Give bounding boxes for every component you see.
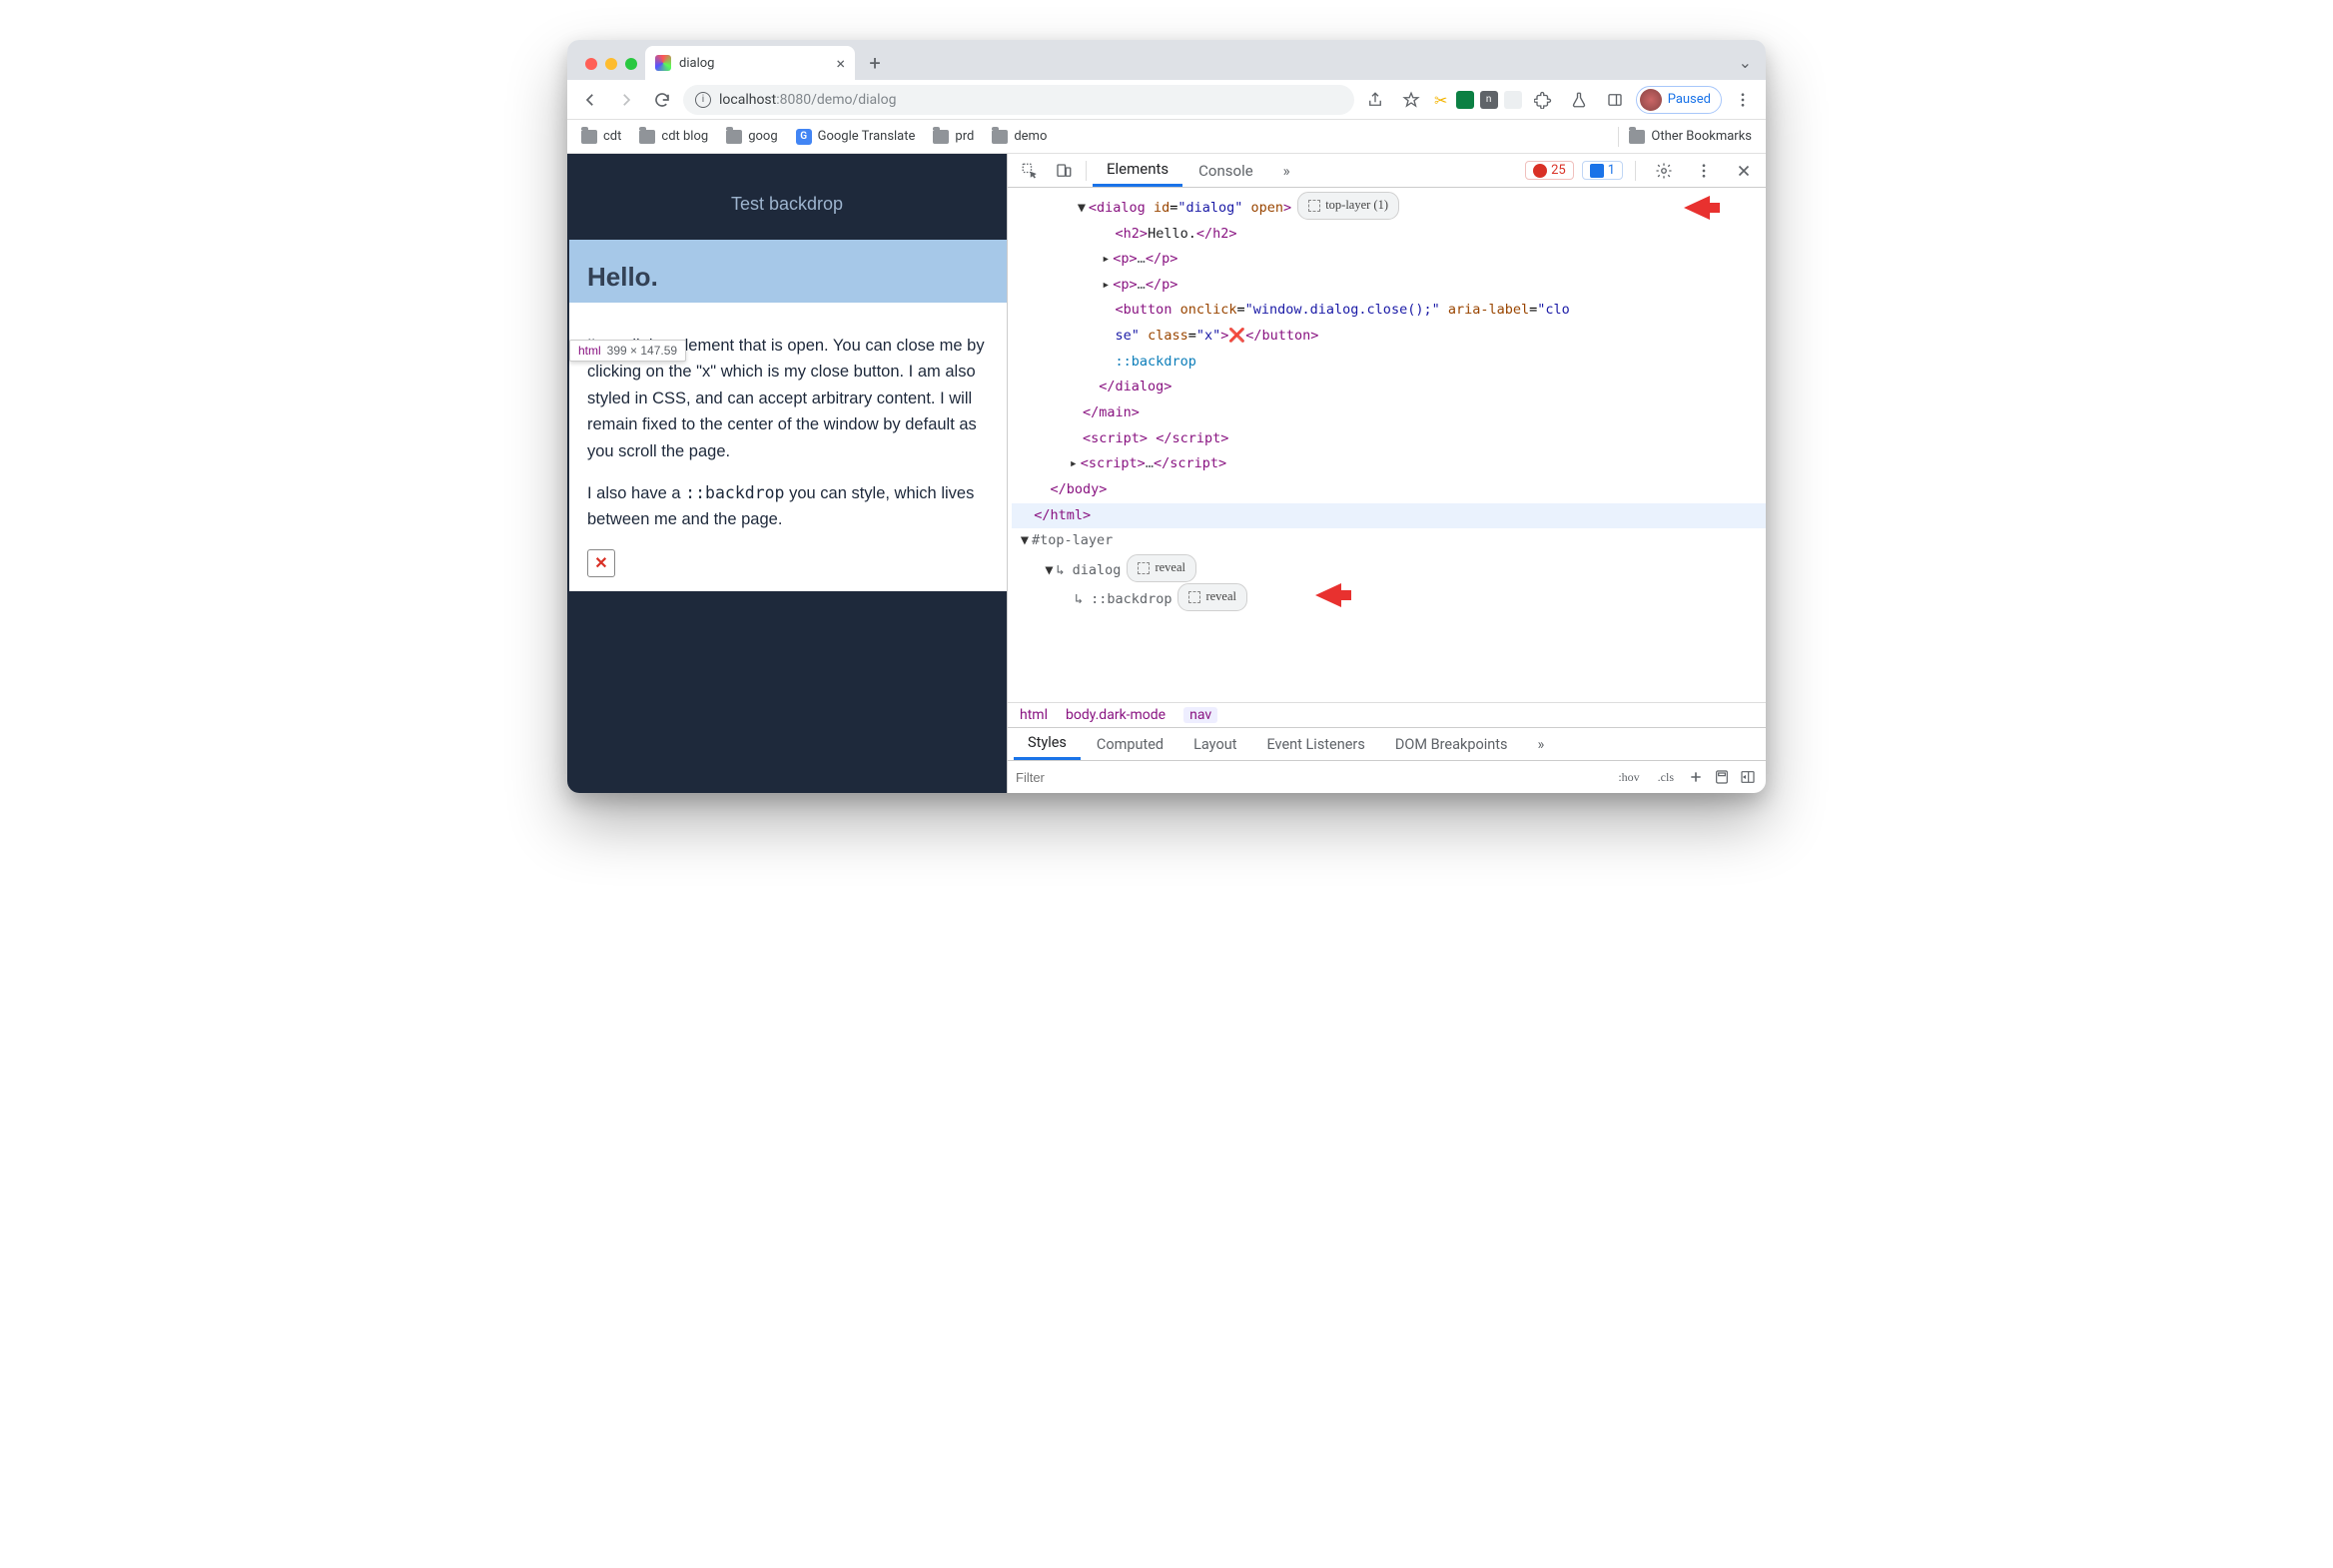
folder-icon	[639, 130, 655, 144]
site-info-icon[interactable]: i	[695, 92, 711, 108]
styles-tab-bar: Styles Computed Layout Event Listeners D…	[1008, 727, 1766, 761]
tab-styles[interactable]: Styles	[1014, 728, 1081, 760]
tab-close-button[interactable]: ×	[836, 54, 845, 73]
folder-icon	[581, 130, 597, 144]
toolbar: i localhost:8080/demo/dialog ✂ n Paused	[567, 80, 1766, 120]
callout-arrow-icon	[1313, 577, 1353, 613]
select-icon	[1188, 591, 1200, 603]
extension-green-icon[interactable]	[1456, 91, 1474, 109]
bookmark-item[interactable]: demo	[992, 129, 1047, 144]
inspect-element-icon[interactable]	[1014, 162, 1046, 180]
tab-elements[interactable]: Elements	[1093, 154, 1182, 187]
settings-gear-icon[interactable]	[1648, 162, 1680, 180]
sidepanel-icon[interactable]	[1600, 85, 1630, 115]
folder-icon	[992, 130, 1008, 144]
crumb[interactable]: html	[1020, 707, 1048, 723]
dialog-paragraph: I also have a ::backdrop you can style, …	[587, 480, 989, 533]
dom-breadcrumbs[interactable]: html body.dark-mode nav	[1008, 702, 1766, 727]
bookmark-item[interactable]: cdt	[581, 129, 621, 144]
computed-styles-icon[interactable]	[1712, 769, 1732, 785]
info-icon	[1590, 164, 1604, 178]
folder-icon	[1629, 130, 1645, 144]
styles-filter-row: :hov .cls	[1008, 761, 1766, 793]
maximize-window-button[interactable]	[625, 58, 637, 70]
window-controls	[579, 58, 645, 80]
extensions-puzzle-icon[interactable]	[1528, 85, 1558, 115]
translate-icon: G	[796, 129, 812, 145]
error-icon	[1533, 164, 1547, 178]
cls-toggle[interactable]: .cls	[1652, 767, 1680, 788]
tab-strip: dialog × + ⌄	[567, 40, 1766, 80]
bookmarks-bar: cdt cdt blog goog GGoogle Translate prd …	[567, 120, 1766, 154]
url-text: localhost:8080/demo/dialog	[719, 92, 896, 108]
tabs-overflow[interactable]: »	[1269, 154, 1304, 187]
hov-toggle[interactable]: :hov	[1612, 767, 1645, 788]
tab-event-listeners[interactable]: Event Listeners	[1252, 728, 1378, 760]
styles-tabs-overflow[interactable]: »	[1524, 728, 1559, 760]
toggle-sidebar-icon[interactable]	[1738, 769, 1758, 785]
callout-arrow-icon	[1682, 190, 1722, 226]
bookmark-item[interactable]: goog	[726, 129, 777, 144]
extension-icon-4[interactable]	[1504, 91, 1522, 109]
issues-chip[interactable]: 1	[1582, 161, 1623, 180]
crumb[interactable]: body.dark-mode	[1066, 707, 1166, 723]
other-bookmarks[interactable]: Other Bookmarks	[1651, 129, 1752, 144]
reveal-badge[interactable]: reveal	[1177, 583, 1247, 611]
extension-gray-icon[interactable]: n	[1480, 91, 1498, 109]
extension-scissors-icon[interactable]: ✂	[1432, 91, 1450, 109]
browser-window: dialog × + ⌄ i localhost:8080/demo/dialo…	[567, 40, 1766, 793]
avatar-icon	[1640, 89, 1662, 111]
devtools-tab-bar: Elements Console » 25 1	[1008, 154, 1766, 188]
styles-filter-input[interactable]	[1016, 770, 1606, 785]
errors-chip[interactable]: 25	[1525, 161, 1574, 180]
bookmark-item[interactable]: prd	[933, 129, 974, 144]
profile-paused-chip[interactable]: Paused	[1636, 86, 1722, 114]
reveal-badge[interactable]: reveal	[1127, 554, 1196, 582]
folder-icon	[933, 130, 949, 144]
address-bar[interactable]: i localhost:8080/demo/dialog	[683, 85, 1354, 115]
tab-dom-breakpoints[interactable]: DOM Breakpoints	[1381, 728, 1522, 760]
tab-layout[interactable]: Layout	[1179, 728, 1250, 760]
elements-tree[interactable]: ▼<dialog id="dialog" open>top-layer (1) …	[1008, 188, 1766, 702]
test-backdrop-button[interactable]: Test backdrop	[731, 194, 843, 215]
share-icon[interactable]	[1360, 85, 1390, 115]
tab-title: dialog	[679, 56, 714, 71]
bookmark-item[interactable]: GGoogle Translate	[796, 129, 916, 145]
devtools-panel: Elements Console » 25 1 ▼<dialog id="dia…	[1007, 154, 1766, 793]
labs-flask-icon[interactable]	[1564, 85, 1594, 115]
select-icon	[1308, 200, 1320, 212]
content-area: Test backdrop Hello. I'm a dialog elemen…	[567, 154, 1766, 793]
favicon-icon	[655, 55, 671, 71]
paused-label: Paused	[1668, 92, 1711, 107]
tab-console[interactable]: Console	[1184, 154, 1267, 187]
minimize-window-button[interactable]	[605, 58, 617, 70]
new-tab-button[interactable]: +	[861, 49, 889, 77]
forward-button[interactable]	[611, 85, 641, 115]
bookmark-star-icon[interactable]	[1396, 85, 1426, 115]
dialog-element: Hello. I'm a dialog element that is open…	[569, 240, 1007, 591]
browser-tab[interactable]: dialog ×	[645, 46, 855, 80]
dialog-heading: Hello.	[587, 262, 989, 293]
tab-computed[interactable]: Computed	[1083, 728, 1177, 760]
tab-search-button[interactable]: ⌄	[1725, 53, 1766, 80]
select-icon	[1138, 562, 1150, 574]
page-viewport: Test backdrop Hello. I'm a dialog elemen…	[567, 154, 1007, 793]
devtools-menu-icon[interactable]	[1688, 162, 1720, 180]
top-layer-badge[interactable]: top-layer (1)	[1297, 192, 1399, 220]
bookmark-item[interactable]: cdt blog	[639, 129, 708, 144]
crumb[interactable]: nav	[1183, 707, 1217, 723]
folder-icon	[726, 130, 742, 144]
reload-button[interactable]	[647, 85, 677, 115]
dialog-header: Hello.	[569, 240, 1007, 303]
menu-button[interactable]	[1728, 85, 1758, 115]
inspector-tooltip: html399 × 147.59	[569, 340, 686, 362]
new-style-rule-icon[interactable]	[1686, 769, 1706, 785]
device-toggle-icon[interactable]	[1048, 162, 1080, 180]
close-window-button[interactable]	[585, 58, 597, 70]
back-button[interactable]	[575, 85, 605, 115]
devtools-close-icon[interactable]	[1728, 162, 1760, 180]
dialog-close-button[interactable]: ✕	[587, 549, 615, 577]
